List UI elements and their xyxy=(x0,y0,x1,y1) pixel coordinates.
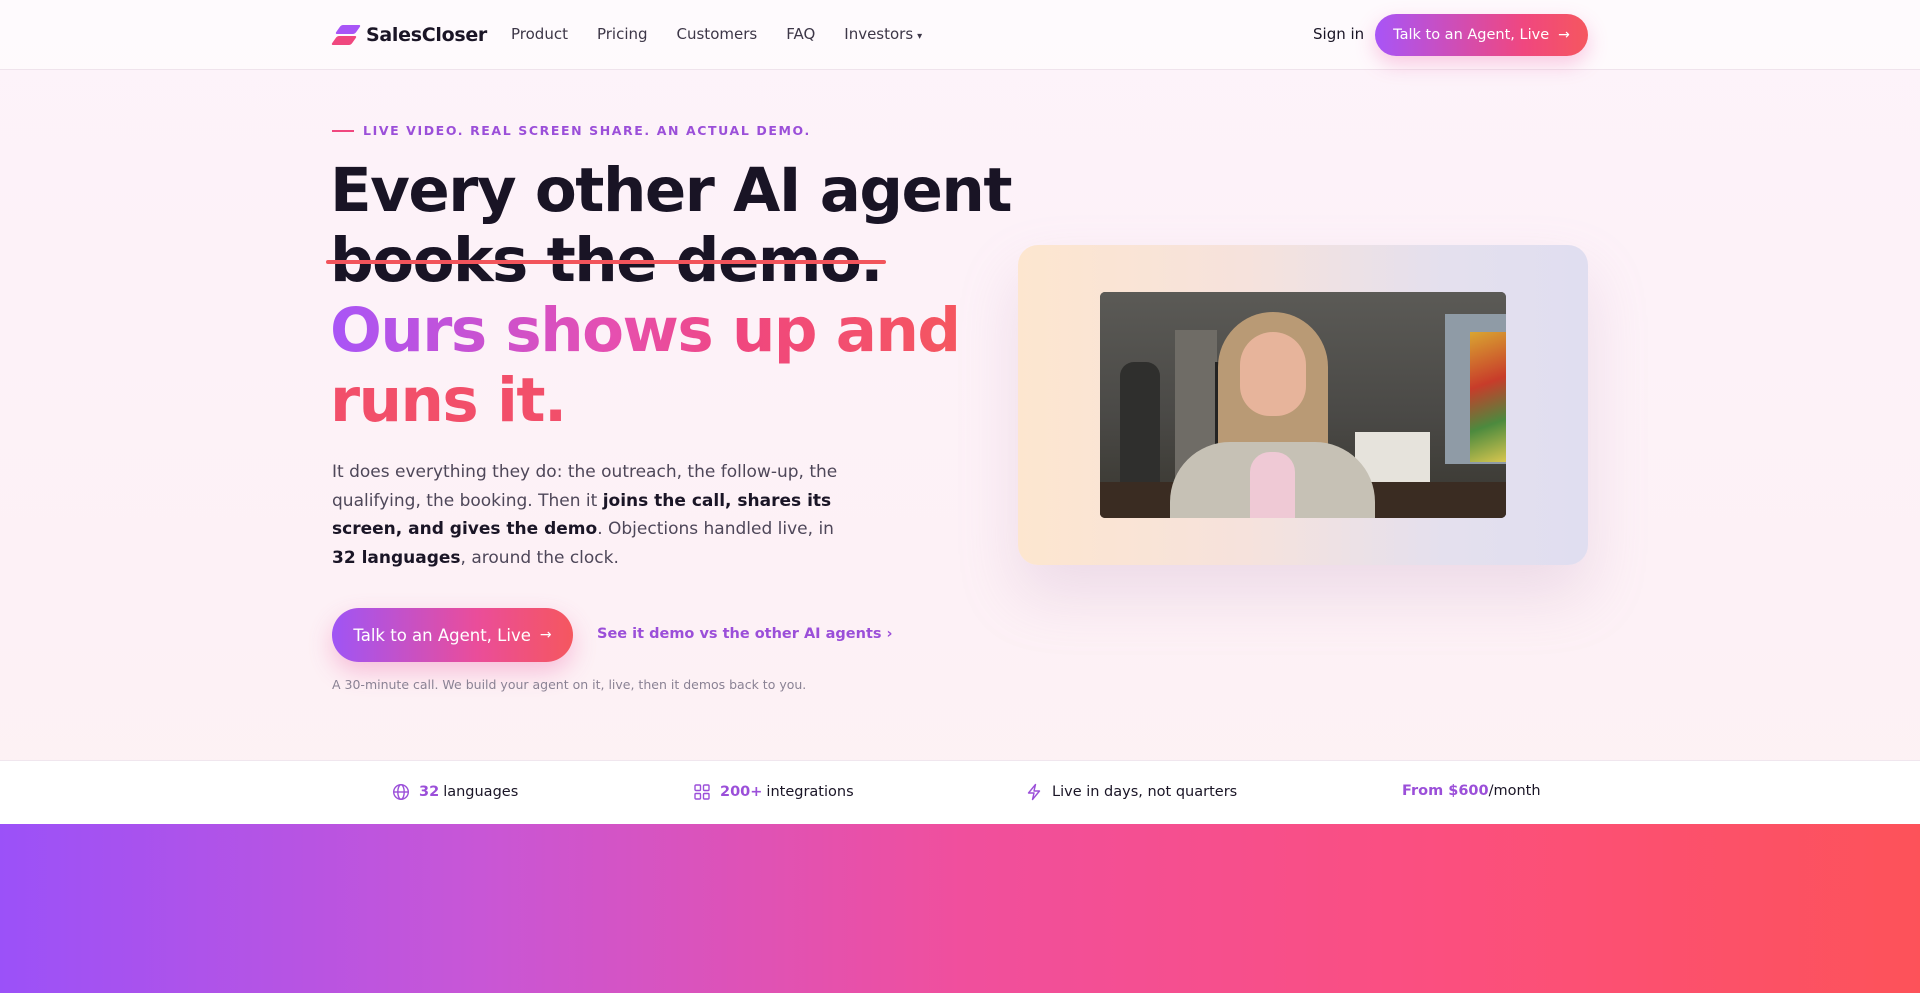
stat-languages-label: languages xyxy=(443,784,519,800)
headline-gradient-text: Ours shows up and xyxy=(330,295,961,366)
stat-languages: 32 languages xyxy=(392,783,518,801)
see-demo-link[interactable]: See it demo vs the other AI agents › xyxy=(597,626,893,642)
lightning-icon xyxy=(1027,783,1041,801)
stat-integrations-value: 200+ xyxy=(720,784,763,800)
stat-languages-value: 32 xyxy=(419,784,440,800)
nav-talk-to-agent-button[interactable]: Talk to an Agent, Live → xyxy=(1375,14,1588,56)
stat-live-in-days-label: Live in days, not quarters xyxy=(1052,784,1238,800)
gradient-section xyxy=(0,824,1920,993)
headline-line-3: Ours shows up and xyxy=(330,296,970,366)
stat-pricing-label: /month xyxy=(1488,783,1541,799)
hero-description: It does everything they do: the outreach… xyxy=(332,458,862,572)
headline-line-1: Every other AI agent xyxy=(330,155,1013,226)
stat-pricing-value: From $600 xyxy=(1402,783,1489,799)
top-navigation: SalesCloser Product Pricing Customers FA… xyxy=(0,0,1920,70)
stat-pricing: From $600 /month xyxy=(1402,783,1541,799)
logo-mark-icon xyxy=(330,22,362,48)
headline-gradient-text-2: runs it. xyxy=(330,365,567,436)
nav-cta-label: Talk to an Agent, Live xyxy=(1393,27,1550,43)
nav-link-investors-label: Investors xyxy=(844,25,914,43)
brand-logo[interactable]: SalesCloser xyxy=(330,22,487,48)
nav-link-customers[interactable]: Customers xyxy=(677,25,758,43)
hero-footnote: A 30-minute call. We build your agent on… xyxy=(332,677,807,692)
description-bold-2: 32 languages xyxy=(332,547,461,568)
headline-line-2: books the demo. xyxy=(326,226,970,296)
hero-headline: Every other AI agent books the demo. Our… xyxy=(326,155,1013,436)
stat-integrations-label: integrations xyxy=(766,784,854,800)
video-card xyxy=(1018,245,1588,565)
stat-live-in-days: Live in days, not quarters xyxy=(1025,783,1237,801)
arrow-right-icon: → xyxy=(1558,27,1570,43)
nav-link-investors[interactable]: Investors ▾ xyxy=(844,25,922,43)
eyebrow-text: LIVE VIDEO. REAL SCREEN SHARE. AN ACTUAL… xyxy=(363,123,811,138)
eyebrow-dash xyxy=(332,129,354,132)
globe-icon xyxy=(392,783,410,801)
demo-video[interactable] xyxy=(1100,292,1506,518)
stats-bar: 32 languages 200+ integrations Live in d… xyxy=(0,760,1920,824)
grid-icon xyxy=(694,784,710,800)
struck-text: books the demo. xyxy=(326,226,886,296)
hero-eyebrow: LIVE VIDEO. REAL SCREEN SHARE. AN ACTUAL… xyxy=(332,123,811,138)
hero-cta-label: Talk to an Agent, Live xyxy=(353,625,531,645)
brand-name: SalesCloser xyxy=(366,24,487,46)
stat-integrations: 200+ integrations xyxy=(693,783,854,801)
strikethrough-line xyxy=(326,260,886,264)
headline-line-4: runs it. xyxy=(330,366,970,436)
description-part-3: , around the clock. xyxy=(460,547,619,568)
arrow-right-icon: → xyxy=(539,627,552,643)
chevron-down-icon: ▾ xyxy=(917,31,923,42)
nav-link-pricing[interactable]: Pricing xyxy=(597,25,648,43)
nav-links: Product Pricing Customers FAQ Investors ▾ xyxy=(511,25,951,43)
description-part-2: . Objections handled live, in xyxy=(597,519,834,539)
sign-in-link[interactable]: Sign in xyxy=(1313,25,1364,43)
nav-link-product[interactable]: Product xyxy=(511,25,568,43)
nav-link-faq[interactable]: FAQ xyxy=(786,25,815,43)
hero-talk-to-agent-button[interactable]: Talk to an Agent, Live → xyxy=(332,608,573,662)
